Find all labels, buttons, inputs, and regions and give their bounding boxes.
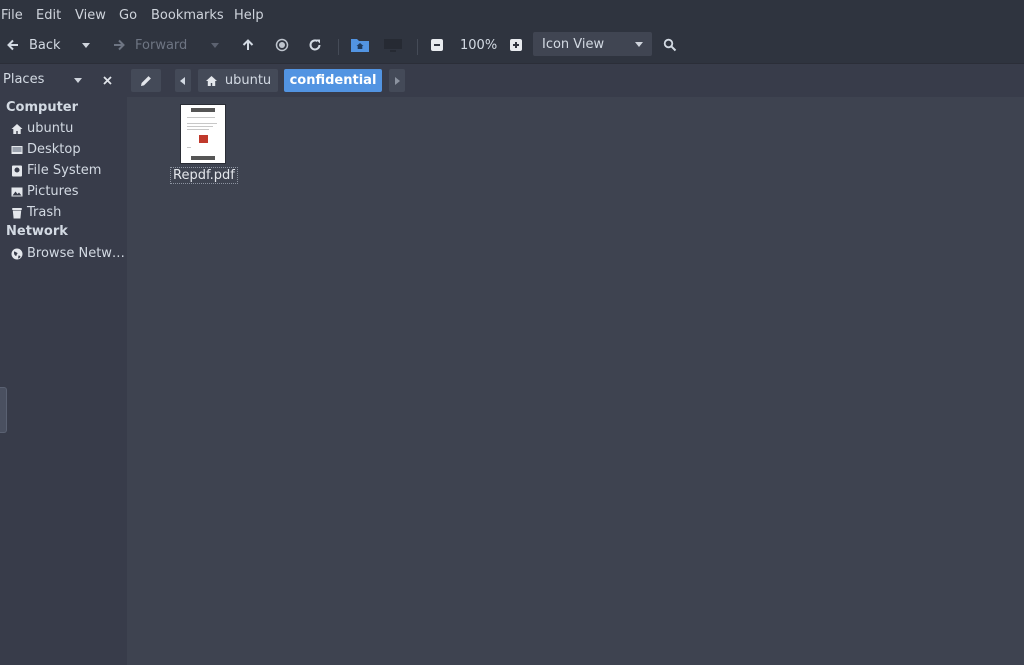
sidebar-dropdown-icon[interactable] [74,78,82,83]
reload-icon [309,39,321,51]
zoom-level: 100% [460,37,498,53]
menu-bar: File Edit View Go Bookmarks Help [0,0,1024,31]
sidebar-item-file-system[interactable]: File System [11,163,101,178]
menu-bookmarks[interactable]: Bookmarks [151,8,224,23]
places-sidebar: Places Computer ubuntu Desktop File Syst… [0,63,127,665]
sidebar-item-label: Browse Netw… [27,246,125,261]
home-icon [205,75,217,86]
sidebar-item-label: ubuntu [27,121,74,136]
desktop-icon [11,145,23,154]
sidebar-section-network: Network [6,224,68,239]
sidebar-item-ubuntu[interactable]: ubuntu [11,121,73,136]
toolbar-separator [417,39,418,55]
menu-go[interactable]: Go [119,8,137,23]
path-crumb-ubuntu[interactable]: ubuntu [198,69,278,92]
drive-icon [12,165,22,176]
search-button[interactable] [663,31,677,59]
path-scroll-left-button[interactable] [175,69,191,92]
sidebar-item-label: File System [27,163,102,178]
arrow-right-icon [114,39,125,51]
network-icon [11,248,23,259]
chevron-down-icon [211,42,219,48]
stop-button[interactable] [275,31,289,59]
sidebar-item-desktop[interactable]: Desktop [11,142,81,157]
toolbar: Back Forward 100% Icon View [0,31,1024,63]
home-icon [11,123,23,134]
view-mode-select[interactable]: Icon View [533,32,652,56]
sidebar-header: Places [3,72,45,87]
menu-edit[interactable]: Edit [36,8,61,23]
arrow-left-icon [7,39,18,51]
home-folder-icon [351,39,369,52]
pencil-icon [141,75,151,86]
minus-icon [431,39,443,51]
path-crumb-label: confidential [289,73,377,88]
stop-icon [275,38,289,52]
menu-view[interactable]: View [75,8,106,23]
path-crumb-label: ubuntu [224,73,272,88]
sidebar-item-label: Desktop [27,142,81,157]
forward-label: Forward [135,37,188,53]
back-button[interactable]: Back [6,31,61,59]
search-icon [663,38,677,52]
computer-icon [384,39,402,52]
sidebar-section-computer: Computer [6,100,79,115]
sidebar-item-label: Trash [27,205,62,220]
file-item[interactable]: Repdf.pdf [170,105,238,184]
pictures-icon [11,187,23,196]
view-mode-value: Icon View [542,36,605,52]
forward-history-dropdown[interactable] [211,31,219,59]
sidebar-item-pictures[interactable]: Pictures [11,184,78,199]
menu-help[interactable]: Help [234,8,264,23]
computer-button[interactable] [383,31,403,59]
trash-icon [12,207,22,218]
chevron-right-icon [395,76,400,85]
sidebar-item-browse-network[interactable]: Browse Netw… [11,246,125,261]
forward-button[interactable]: Forward [112,31,187,59]
plus-icon [510,39,522,51]
sidebar-resize-handle[interactable] [0,387,7,433]
back-history-dropdown[interactable] [82,31,90,59]
file-name: Repdf.pdf [170,167,238,184]
up-button[interactable] [241,31,255,59]
sidebar-item-label: Pictures [27,184,79,199]
back-label: Back [29,37,61,53]
path-crumb-confidential[interactable]: confidential [284,69,382,92]
arrow-up-icon [242,39,254,50]
path-bar: ubuntu confidential [127,63,1024,98]
zoom-out-button[interactable] [431,31,443,59]
menu-file[interactable]: File [1,8,23,23]
toolbar-separator [338,39,339,55]
close-icon[interactable] [103,76,112,85]
home-folder-button[interactable] [350,31,370,59]
chevron-left-icon [180,76,185,85]
path-scroll-right-button[interactable] [389,69,405,92]
reload-button[interactable] [308,31,322,59]
chevron-down-icon [82,42,90,48]
zoom-in-button[interactable] [510,31,522,59]
file-view[interactable]: Repdf.pdf [127,97,1024,664]
sidebar-item-trash[interactable]: Trash [11,205,61,220]
chevron-down-icon [635,41,643,47]
edit-location-button[interactable] [131,69,161,92]
pdf-thumbnail-icon [181,105,225,163]
